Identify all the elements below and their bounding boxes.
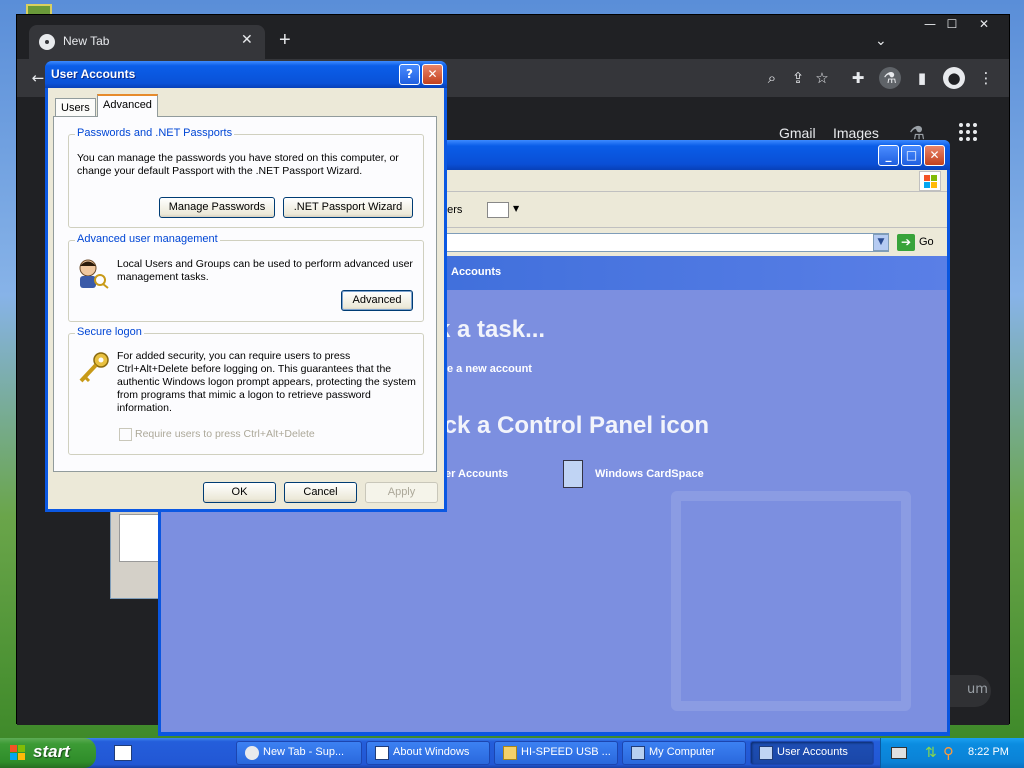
keyboard-icon[interactable]: [891, 747, 907, 759]
views-grid-icon[interactable]: [487, 202, 509, 218]
user-accounts-link[interactable]: er Accounts: [445, 468, 508, 480]
ctrl-alt-delete-label: Require users to press Ctrl+Alt+Delete: [135, 428, 315, 440]
tab-search-chevron-icon[interactable]: ⌄: [875, 33, 887, 49]
window-icon: [375, 746, 389, 760]
chrome-tab-strip: New Tab ✕ + ⌄ — ☐ ✕: [17, 15, 1009, 59]
views-dropdown-icon[interactable]: ▼: [513, 204, 519, 213]
advanced-management-label: Advanced user management: [75, 233, 220, 245]
passwords-group-label: Passwords and .NET Passports: [75, 127, 235, 139]
go-arrow-icon: ➔: [897, 234, 915, 251]
tab-title: New Tab: [63, 34, 110, 48]
advanced-management-description: Local Users and Groups can be used to pe…: [117, 258, 413, 283]
windows-flag-icon: [919, 171, 941, 191]
dialog-title: User Accounts: [51, 67, 136, 81]
close-icon[interactable]: ✕: [924, 145, 945, 166]
taskbar-item-label: New Tab - Sup...: [263, 746, 345, 758]
start-button[interactable]: start: [0, 738, 96, 768]
advanced-management-group: Advanced user management Local Users and…: [68, 233, 424, 322]
address-dropdown-icon[interactable]: ▼: [873, 234, 889, 251]
system-tray: ⇅ ⚲ 8:22 PM: [880, 738, 1024, 768]
secure-logon-group: Secure logon For added security, you can…: [68, 326, 424, 455]
secure-logon-description: For added security, you can require user…: [117, 350, 416, 414]
google-apps-icon[interactable]: [959, 123, 979, 143]
maximize-icon[interactable]: □: [901, 145, 922, 166]
cancel-button[interactable]: Cancel: [284, 482, 357, 503]
pick-task-heading: k a task...: [437, 316, 546, 343]
cardspace-icon[interactable]: [563, 460, 583, 488]
taskbar-item-label: User Accounts: [777, 746, 848, 758]
windows-start-icon: [10, 745, 26, 761]
close-dialog-button[interactable]: ✕: [422, 64, 443, 85]
taskbar-item-user-accounts[interactable]: User Accounts: [750, 741, 874, 765]
taskbar-item-label: About Windows: [393, 746, 470, 758]
create-account-link[interactable]: e a new account: [447, 363, 532, 375]
passwords-description: You can manage the passwords you have st…: [77, 152, 399, 177]
start-label: start: [33, 742, 70, 761]
manage-passwords-button[interactable]: Manage Passwords: [159, 197, 275, 218]
customize-label: um: [967, 682, 988, 697]
extensions-icon[interactable]: ✚: [847, 67, 869, 89]
minimize-icon[interactable]: _: [878, 145, 899, 166]
share-icon[interactable]: ⇪: [787, 67, 809, 89]
zoom-icon[interactable]: ⌕: [761, 67, 783, 89]
tab-close-icon[interactable]: ✕: [241, 32, 253, 48]
secure-logon-label: Secure logon: [75, 326, 144, 338]
taskbar-item-about-windows[interactable]: About Windows: [366, 741, 490, 765]
network-icon[interactable]: ⇅: [925, 745, 937, 761]
cardspace-link[interactable]: Windows CardSpace: [595, 468, 704, 480]
search-icon[interactable]: ⚲: [943, 744, 954, 762]
breadcrumb: Accounts: [451, 266, 502, 278]
gmail-link[interactable]: Gmail: [779, 125, 816, 141]
help-button[interactable]: ?: [399, 64, 420, 85]
new-tab-button[interactable]: +: [279, 29, 291, 52]
bookmark-star-icon[interactable]: ☆: [811, 67, 833, 89]
side-panel-icon[interactable]: ▮: [911, 67, 933, 89]
user-accounts-icon: [759, 746, 773, 760]
taskbar-item-usb[interactable]: HI-SPEED USB ...: [494, 741, 618, 765]
chrome-icon: [245, 746, 259, 760]
go-button[interactable]: ➔ Go: [897, 234, 945, 252]
apply-button[interactable]: Apply: [365, 482, 438, 503]
background-window-panel: [119, 514, 159, 562]
chrome-favicon-icon: [39, 34, 55, 50]
key-icon: [79, 352, 109, 383]
advanced-button[interactable]: Advanced: [341, 290, 413, 311]
labs-icon[interactable]: ⚗: [879, 67, 901, 89]
tab-panel-advanced: Passwords and .NET Passports You can man…: [53, 116, 437, 472]
images-link[interactable]: Images: [833, 125, 879, 141]
dialog-body: Users Advanced Passwords and .NET Passpo…: [48, 88, 444, 509]
pick-icon-heading: ick a Control Panel icon: [437, 412, 710, 439]
taskbar-item-label: HI-SPEED USB ...: [521, 746, 611, 758]
maximize-button[interactable]: ☐: [937, 17, 967, 35]
passwords-group: Passwords and .NET Passports You can man…: [68, 127, 424, 228]
users-keys-icon: [79, 259, 109, 289]
chrome-tab-new-tab[interactable]: New Tab ✕: [29, 25, 265, 59]
passport-wizard-button[interactable]: .NET Passport Wizard: [283, 197, 413, 218]
profile-icon[interactable]: ●: [943, 67, 965, 89]
tab-advanced[interactable]: Advanced: [97, 94, 158, 117]
taskbar-item-label: My Computer: [649, 746, 716, 758]
close-window-button[interactable]: ✕: [969, 17, 999, 35]
taskbar: start New Tab - Sup... About Windows HI-…: [0, 738, 1024, 768]
taskbar-item-new-tab[interactable]: New Tab - Sup...: [236, 741, 362, 765]
dialog-titlebar[interactable]: User Accounts ? ✕: [45, 61, 447, 88]
user-accounts-watermark-icon: [671, 491, 911, 711]
show-desktop-icon[interactable]: [114, 745, 132, 761]
ok-button[interactable]: OK: [203, 482, 276, 503]
my-computer-icon: [631, 746, 645, 760]
ctrl-alt-delete-checkbox[interactable]: [119, 428, 132, 441]
menu-icon[interactable]: ⋮: [975, 67, 997, 89]
go-label: Go: [919, 236, 934, 248]
folder-icon: [503, 746, 517, 760]
taskbar-item-my-computer[interactable]: My Computer: [622, 741, 746, 765]
user-accounts-dialog: User Accounts ? ✕ Users Advanced Passwor…: [45, 61, 447, 512]
clock[interactable]: 8:22 PM: [968, 746, 1009, 758]
tab-users[interactable]: Users: [55, 98, 96, 116]
